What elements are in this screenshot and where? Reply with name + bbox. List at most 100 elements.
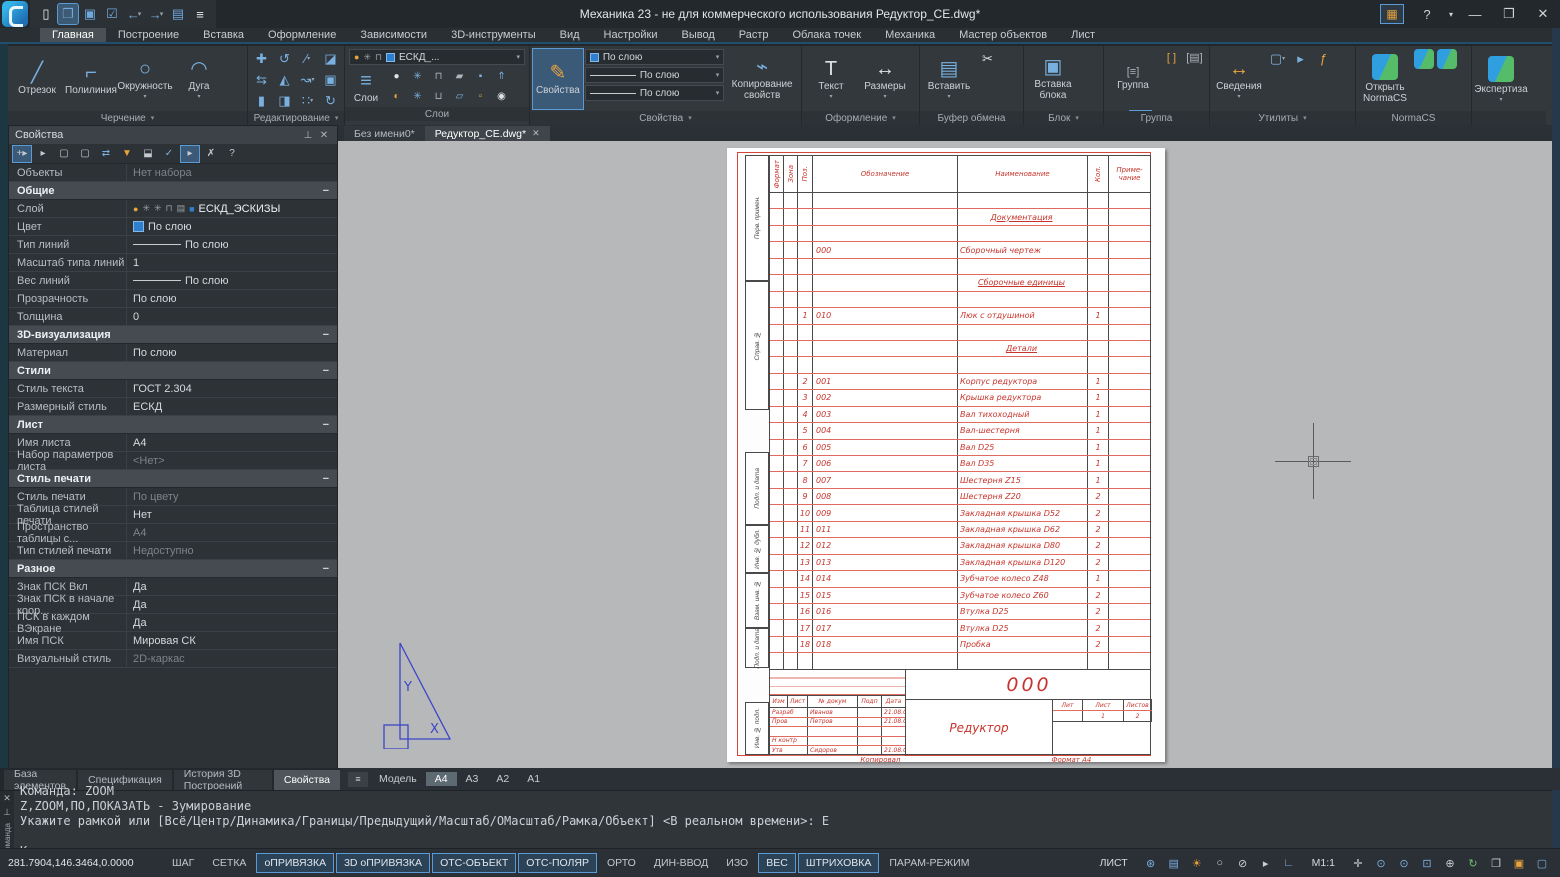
property-value[interactable]: 1 bbox=[127, 257, 337, 269]
status-toggle[interactable]: ПАРАМ-РЕЖИМ bbox=[881, 853, 977, 873]
layer-tool-button[interactable]: ▱ bbox=[449, 87, 470, 106]
property-value[interactable]: <Нет> bbox=[127, 455, 337, 467]
chevron-down-icon[interactable]: ▾ bbox=[1444, 0, 1458, 28]
match-properties-button[interactable]: ⌁ Копирование свойств bbox=[726, 49, 798, 109]
property-value[interactable]: По слою bbox=[127, 347, 337, 359]
ribbon-button[interactable]: ✚ ▾ bbox=[251, 49, 272, 68]
ribbon-button[interactable]: ∷ ▾ bbox=[297, 91, 318, 110]
menu-tab[interactable]: Вид bbox=[548, 28, 592, 42]
property-value[interactable]: Мировая СК bbox=[127, 635, 337, 647]
layers-button[interactable]: ≡ Слои bbox=[349, 67, 383, 107]
menu-tab[interactable]: Настройки bbox=[592, 28, 670, 42]
selection-tool-icon[interactable]: ✗ bbox=[202, 146, 220, 162]
status-tool-icon[interactable]: ⊕ bbox=[1440, 854, 1460, 872]
property-value[interactable]: По слою bbox=[127, 293, 337, 305]
menu-tab[interactable]: Вывод bbox=[669, 28, 726, 42]
properties-button[interactable]: ✎ Свойства bbox=[533, 49, 583, 109]
status-tool-icon[interactable]: ▤ bbox=[1164, 854, 1184, 872]
layer-tool-button[interactable]: ✳ bbox=[407, 67, 428, 86]
selection-tool-icon[interactable]: ▢ bbox=[76, 146, 94, 162]
property-value[interactable]: Да bbox=[127, 581, 337, 593]
property-value[interactable]: Да bbox=[127, 599, 337, 611]
collapse-icon[interactable]: − bbox=[323, 473, 337, 485]
menu-tab[interactable]: Зависимости bbox=[348, 28, 439, 42]
ribbon-button[interactable]: ↔ Сведения ▾ bbox=[1213, 49, 1265, 109]
ribbon-button[interactable]: ↻ ▾ bbox=[320, 91, 341, 110]
ribbon-button[interactable]: Открыть NormaCS ▾ bbox=[1359, 49, 1411, 109]
status-toggle[interactable]: ВЕС bbox=[758, 853, 796, 873]
menu-tab[interactable]: Облака точек bbox=[781, 28, 874, 42]
ribbon-button[interactable]: ◨ ▾ bbox=[274, 91, 295, 110]
property-combo[interactable]: По слою ▾ bbox=[585, 67, 724, 83]
selection-tool-icon[interactable]: +▸ bbox=[13, 146, 31, 162]
status-tool-icon[interactable]: ∟ bbox=[1279, 854, 1299, 872]
status-tool-icon[interactable]: ☀ bbox=[1187, 854, 1207, 872]
status-tool-icon[interactable]: ⊛ bbox=[1141, 854, 1161, 872]
close-icon[interactable]: ✕ bbox=[317, 130, 331, 141]
selection-tool-icon[interactable]: ▼ bbox=[118, 146, 136, 162]
layer-tool-button[interactable]: ⊔ bbox=[428, 87, 449, 106]
status-tool-icon[interactable]: ❐ bbox=[1486, 854, 1506, 872]
layer-tool-button[interactable]: ▫ bbox=[470, 87, 491, 106]
status-tool-icon[interactable]: ⊘ bbox=[1233, 854, 1253, 872]
document-tab[interactable]: Редуктор_CE.dwg* ✕ bbox=[425, 126, 550, 141]
selection-tool-icon[interactable]: ▢ bbox=[55, 146, 73, 162]
status-toggle[interactable]: ДИН-ВВОД bbox=[646, 853, 716, 873]
menu-tab[interactable]: Вставка bbox=[191, 28, 256, 42]
property-value[interactable]: ГОСТ 2.304 bbox=[127, 383, 337, 395]
close-button[interactable]: ✕ bbox=[1526, 0, 1560, 28]
collapse-icon[interactable]: − bbox=[323, 329, 337, 341]
ribbon-button[interactable]: ▸ ▾ bbox=[1290, 49, 1311, 68]
ribbon-button[interactable]: ↝ ▾ bbox=[297, 70, 318, 89]
quick-access-button[interactable]: → ▾ bbox=[146, 4, 166, 24]
status-tool-icon[interactable]: ▣ bbox=[1509, 854, 1529, 872]
layer-tool-button[interactable]: ● bbox=[386, 67, 407, 86]
layer-tool-button[interactable]: ◐ bbox=[386, 87, 407, 106]
status-toggle[interactable]: оПРИВЯЗКА bbox=[256, 853, 334, 873]
menu-tab[interactable]: 3D-инструменты bbox=[439, 28, 548, 42]
menu-tab[interactable]: Построение bbox=[106, 28, 191, 42]
property-value[interactable]: 0 bbox=[127, 311, 337, 323]
status-toggle[interactable]: ОРТО bbox=[599, 853, 644, 873]
quick-access-button[interactable]: ▤ ▾ bbox=[168, 4, 188, 24]
pin-icon[interactable]: ⊥ bbox=[3, 807, 11, 818]
status-tool-icon[interactable]: ▸ bbox=[1256, 854, 1276, 872]
ribbon-button[interactable]: ✂ ▾ bbox=[977, 49, 998, 68]
ribbon-button[interactable]: ▢ ▾ bbox=[1267, 49, 1288, 68]
status-toggle[interactable]: СЕТКА bbox=[204, 853, 254, 873]
ribbon-button[interactable]: ▣ ▾ bbox=[320, 70, 341, 89]
ribbon-button[interactable]: ◭ ▾ bbox=[274, 70, 295, 89]
pin-icon[interactable]: ⊥ bbox=[301, 130, 315, 141]
drawing-canvas[interactable]: Перв. примен. Справ. № Подп. и дата Инв.… bbox=[338, 141, 1552, 768]
status-tool-icon[interactable]: ⊙ bbox=[1394, 854, 1414, 872]
app-store-icon[interactable]: ▦ bbox=[1380, 4, 1404, 24]
property-value[interactable]: A4 bbox=[127, 437, 337, 449]
layer-combo[interactable]: ● ✳ ⊓ ЕСКД_... ▾ bbox=[349, 49, 525, 65]
status-toggle[interactable]: ИЗО bbox=[718, 853, 756, 873]
status-tool-icon[interactable]: ✛ bbox=[1348, 854, 1368, 872]
scale-indicator[interactable]: М1:1 bbox=[1312, 857, 1335, 869]
status-toggle[interactable]: ШТРИХОВКА bbox=[798, 853, 880, 873]
layer-tool-button[interactable]: ⇑ bbox=[491, 67, 512, 86]
property-value[interactable]: По цвету bbox=[127, 491, 337, 503]
ribbon-button[interactable]: Экспертиза ▾ bbox=[1475, 49, 1527, 109]
ribbon-button[interactable]: ○ Окружность ▾ bbox=[119, 49, 171, 109]
quick-access-button[interactable]: ▣ ▾ bbox=[80, 4, 100, 24]
property-value[interactable]: A4 bbox=[127, 527, 337, 539]
help-button[interactable]: ? bbox=[1410, 0, 1444, 28]
menu-tab[interactable]: Механика bbox=[873, 28, 947, 42]
property-value[interactable]: Да bbox=[127, 617, 337, 629]
selection-tool-icon[interactable]: ▸ bbox=[34, 146, 52, 162]
property-combo[interactable]: По слою ▾ bbox=[585, 85, 724, 101]
ribbon-button[interactable]: ∕ ▾ bbox=[297, 49, 318, 68]
ribbon-button[interactable]: [≡] Группа ▾ bbox=[1107, 49, 1159, 109]
ribbon-button[interactable]: ⇆ ▾ bbox=[251, 70, 272, 89]
document-tab[interactable]: Без имени0* ✕ bbox=[344, 126, 425, 141]
property-value[interactable]: По слою bbox=[127, 239, 337, 251]
ribbon-button[interactable]: T Текст ▾ bbox=[805, 49, 857, 109]
selection-tool-icon[interactable]: ▸ bbox=[181, 146, 199, 162]
property-value[interactable]: Нет bbox=[127, 509, 337, 521]
layer-tool-button[interactable]: ✳ bbox=[407, 87, 428, 106]
status-tool-icon[interactable]: ○ bbox=[1210, 854, 1230, 872]
close-icon[interactable]: ✕ bbox=[532, 128, 540, 139]
